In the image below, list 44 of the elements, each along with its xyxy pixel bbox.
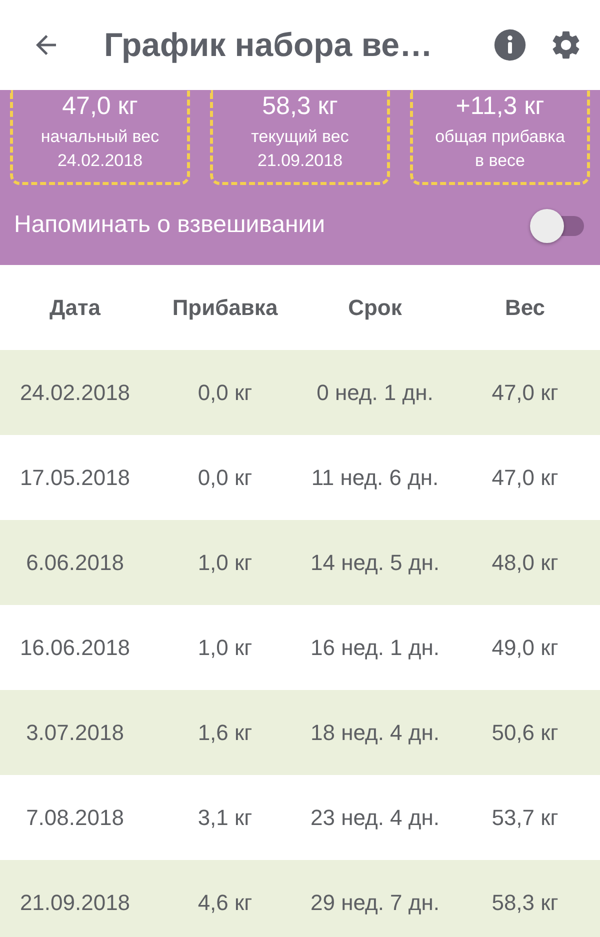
table-cell-text: 47,0 кг <box>490 464 560 490</box>
table-cell-text: 0,0 кг <box>196 380 254 406</box>
reminder-toggle[interactable] <box>530 207 586 243</box>
weight-value: 47,0 кг <box>62 92 138 121</box>
reminder-label: Напоминать о взвешивании <box>14 211 326 239</box>
weight-detail: 21.09.2018 <box>257 151 343 171</box>
weight-detail: 24.02.2018 <box>57 151 143 171</box>
table-cell-text: 7.08.2018 <box>25 804 125 830</box>
table-cell-text: 18 нед. 4 дн. <box>310 720 440 746</box>
table-cell-text: 4,6 кг <box>196 890 254 916</box>
table-cell-text: 14 нед. 5 дн. <box>310 550 440 576</box>
table-cell-text: 24.02.2018 <box>18 380 132 406</box>
column-header: Дата <box>48 294 102 320</box>
table-cell-text: 53,7 кг <box>490 804 560 830</box>
table-cell-text: 3,1 кг <box>196 804 254 830</box>
weight-label: начальный вес <box>40 127 160 147</box>
table-cell-text: 1,0 кг <box>196 550 254 576</box>
table-cell-text: 0 нед. 1 дн. <box>316 380 434 406</box>
table-cell-text: 29 нед. 7 дн. <box>310 890 440 916</box>
table-cell-text: 47,0 кг <box>490 380 560 406</box>
table-cell-text: 3.07.2018 <box>25 720 125 746</box>
table-cell-text: 1,0 кг <box>196 634 254 660</box>
table-cell-text: 1,6 кг <box>196 720 254 746</box>
column-header: Прибавка <box>171 294 279 320</box>
table-cell-text: 21.09.2018 <box>18 890 132 916</box>
table-cell-text: 11 нед. 6 дн. <box>310 464 440 490</box>
weight-label: общая прибавка <box>435 127 565 147</box>
table-cell-text: 16 нед. 1 дн. <box>310 634 440 660</box>
weight-label: текущий вес <box>251 127 349 147</box>
weight-value: +11,3 кг <box>456 92 544 121</box>
table-cell-text: 0,0 кг <box>196 464 254 490</box>
column-header: Вес <box>504 294 546 320</box>
column-header: Срок <box>347 294 403 320</box>
table-cell-text: 6.06.2018 <box>25 550 125 576</box>
weight-value: 58,3 кг <box>262 92 338 121</box>
weight-detail: в весе <box>474 151 525 171</box>
table-cell-text: 23 нед. 4 дн. <box>310 804 440 830</box>
table-cell-text: 16.06.2018 <box>18 634 132 660</box>
table-cell-text: 58,3 кг <box>490 890 560 916</box>
table-cell-text: 17.05.2018 <box>18 464 132 490</box>
screen-title: График набора ве… <box>103 26 434 64</box>
table-cell-text: 50,6 кг <box>490 720 560 746</box>
table-cell-text: 48,0 кг <box>490 550 560 576</box>
table-cell-text: 49,0 кг <box>490 634 560 660</box>
